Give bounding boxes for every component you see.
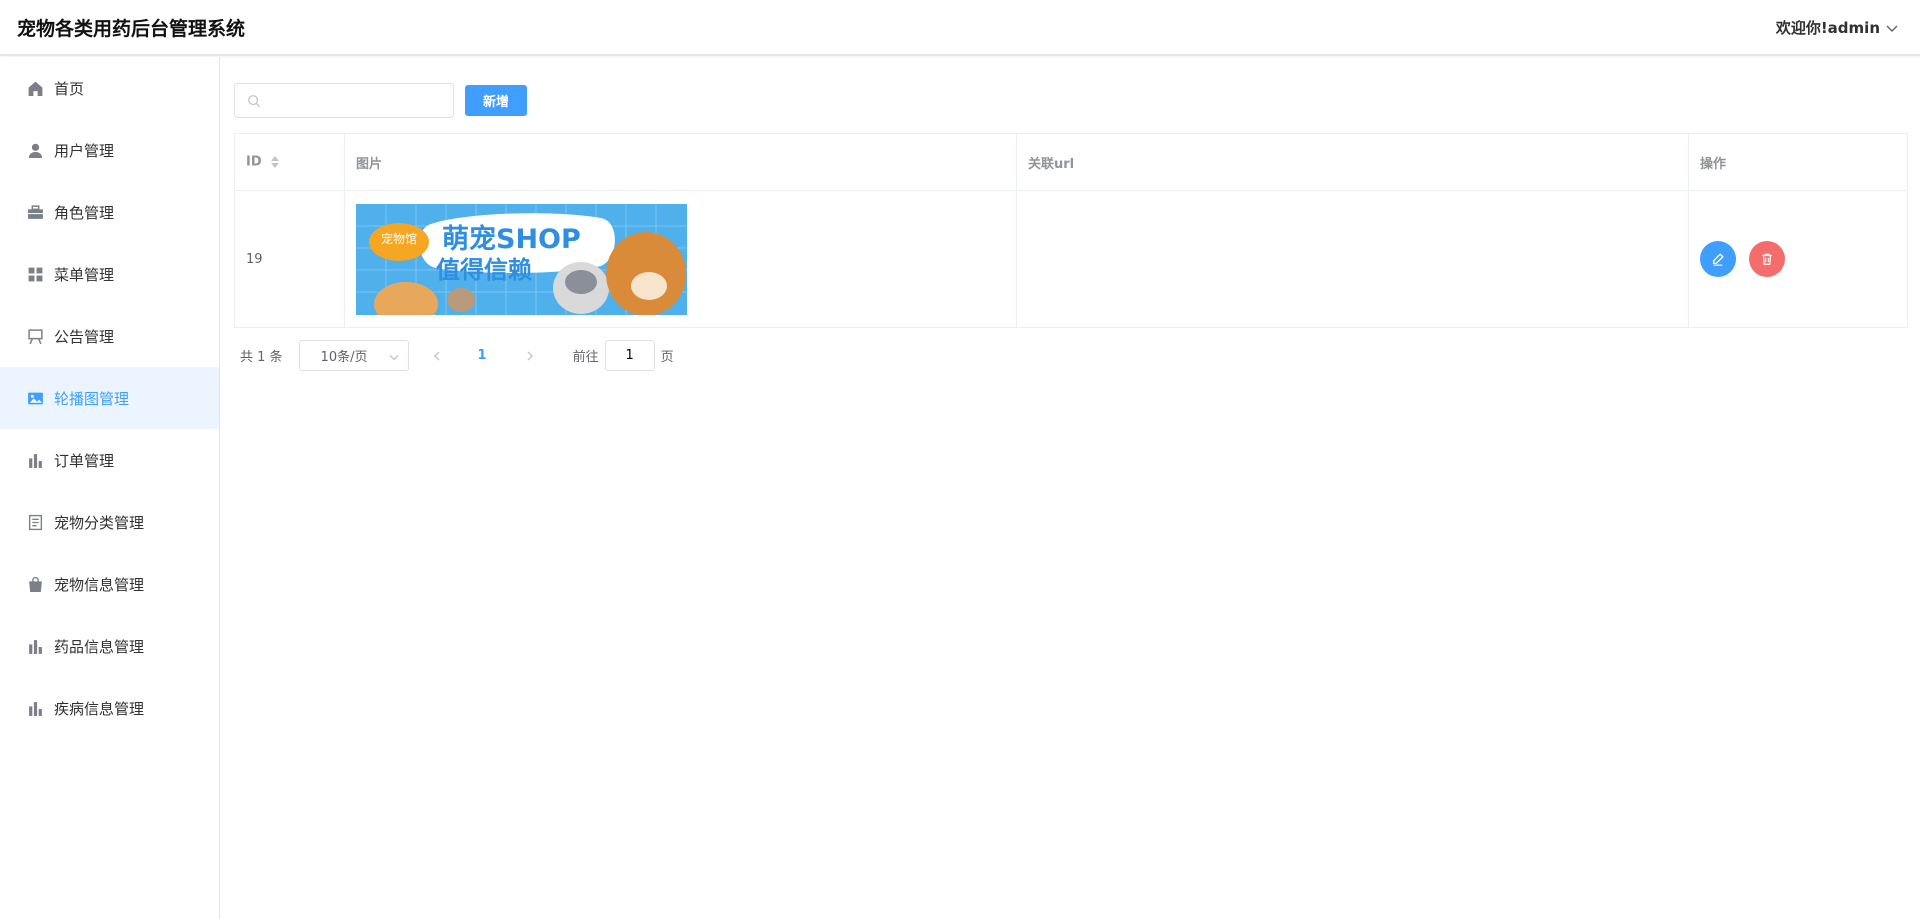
- main-content: 新增 ID 图片 关联url 操作 19 宠物馆 萌宠SHOP 值得信赖 共 1…: [221, 57, 1920, 919]
- edit-icon: [1712, 253, 1724, 266]
- sidebar-item-label: 菜单管理: [54, 265, 115, 284]
- sidebar-item-home[interactable]: 首页: [0, 57, 219, 119]
- image-subheadline: 值得信赖: [436, 256, 532, 284]
- cell-url: [1016, 190, 1689, 328]
- search-input[interactable]: [235, 84, 453, 117]
- search-icon: [248, 95, 261, 108]
- sidebar-item-menus[interactable]: 菜单管理: [0, 243, 219, 305]
- sidebar: 首页 用户管理 角色管理 菜单管理 公告管理 轮播图管理 订单管理 宠物分类管理…: [0, 57, 220, 919]
- delete-button[interactable]: [1749, 241, 1786, 277]
- goto-page-input[interactable]: [604, 340, 655, 371]
- sidebar-item-label: 宠物信息管理: [54, 575, 145, 594]
- app-title: 宠物各类用药后台管理系统: [17, 18, 246, 40]
- sidebar-item-notices[interactable]: 公告管理: [0, 305, 219, 367]
- prev-page-button[interactable]: [422, 342, 452, 370]
- toolbar: 新增: [234, 83, 527, 118]
- bar-chart-icon: [27, 700, 44, 717]
- column-header-image: 图片: [344, 133, 1017, 191]
- pagination-total: 共 1 条: [240, 350, 283, 365]
- carousel-table: ID 图片 关联url 操作 19 宠物馆 萌宠SHOP 值得信赖: [234, 133, 1908, 328]
- document-icon: [27, 514, 44, 531]
- sidebar-item-carousel[interactable]: 轮播图管理: [0, 367, 219, 429]
- chevron-down-icon: [1886, 25, 1898, 32]
- image-headline: 萌宠SHOP: [442, 223, 581, 255]
- cell-image: 宠物馆 萌宠SHOP 值得信赖: [344, 190, 1017, 328]
- bar-chart-icon: [27, 452, 44, 469]
- picture-icon: [27, 390, 44, 407]
- search-box: [234, 83, 454, 118]
- sidebar-item-drug-info[interactable]: 药品信息管理: [0, 615, 219, 677]
- image-badge-text: 宠物馆: [381, 231, 417, 246]
- board-icon: [27, 328, 44, 345]
- sidebar-item-roles[interactable]: 角色管理: [0, 181, 219, 243]
- trash-icon: [1762, 253, 1772, 265]
- add-button[interactable]: 新增: [465, 85, 527, 116]
- sidebar-item-pet-categories[interactable]: 宠物分类管理: [0, 491, 219, 553]
- cell-id: 19: [234, 190, 345, 328]
- shopping-bag-icon: [27, 576, 44, 593]
- sidebar-item-label: 公告管理: [54, 327, 115, 346]
- sidebar-item-orders[interactable]: 订单管理: [0, 429, 219, 491]
- page-suffix: 页: [660, 350, 674, 365]
- welcome-text: 欢迎你!admin: [1775, 19, 1880, 37]
- sidebar-item-pet-info[interactable]: 宠物信息管理: [0, 553, 219, 615]
- column-header-id[interactable]: ID: [234, 133, 345, 191]
- column-header-url: 关联url: [1016, 133, 1689, 191]
- chevron-down-icon: [389, 355, 399, 361]
- sidebar-item-label: 轮播图管理: [54, 389, 130, 408]
- sidebar-item-label: 药品信息管理: [54, 637, 145, 656]
- sort-icon[interactable]: [270, 154, 280, 170]
- sidebar-item-label: 疾病信息管理: [54, 699, 145, 718]
- next-page-button[interactable]: [515, 342, 545, 370]
- sidebar-item-label: 用户管理: [54, 141, 115, 160]
- bar-chart-icon: [27, 638, 44, 655]
- sidebar-item-label: 角色管理: [54, 203, 115, 222]
- top-header: 宠物各类用药后台管理系统 欢迎你!admin: [0, 0, 1920, 56]
- pagination: 共 1 条 10条/页 1 前往 页: [240, 340, 674, 371]
- user-icon: [27, 142, 44, 159]
- sidebar-item-label: 宠物分类管理: [54, 513, 145, 532]
- home-icon: [27, 80, 44, 97]
- grid-icon: [27, 266, 44, 283]
- column-header-actions: 操作: [1688, 133, 1908, 191]
- sidebar-item-label: 订单管理: [54, 451, 115, 470]
- cell-actions: [1688, 190, 1908, 328]
- sidebar-item-disease-info[interactable]: 疾病信息管理: [0, 677, 219, 739]
- table-row: 19 宠物馆 萌宠SHOP 值得信赖: [234, 190, 1908, 328]
- carousel-image: 宠物馆 萌宠SHOP 值得信赖: [356, 203, 687, 315]
- goto-label: 前往: [572, 350, 599, 365]
- page-number-current[interactable]: 1: [478, 348, 487, 363]
- page-size-value: 10条/页: [320, 350, 368, 365]
- user-menu[interactable]: 欢迎你!admin: [1776, 17, 1900, 38]
- sidebar-item-label: 首页: [54, 79, 85, 98]
- column-header-label: ID: [246, 154, 262, 170]
- page-size-select[interactable]: 10条/页: [298, 340, 409, 371]
- edit-button[interactable]: [1700, 241, 1736, 277]
- briefcase-icon: [27, 204, 44, 221]
- sidebar-item-users[interactable]: 用户管理: [0, 119, 219, 181]
- table-header-row: ID 图片 关联url 操作: [234, 133, 1908, 191]
- chevron-right-icon: [527, 351, 533, 360]
- chevron-left-icon: [433, 351, 440, 360]
